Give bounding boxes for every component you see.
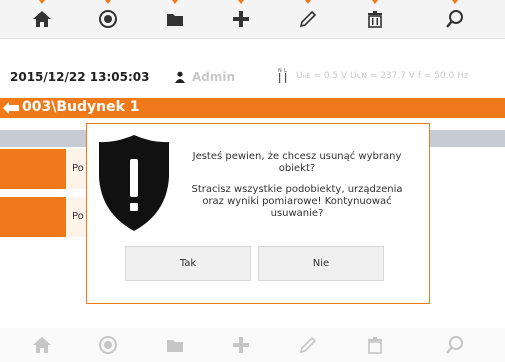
active-marker [305, 0, 311, 4]
home-icon [33, 11, 51, 27]
edit-button[interactable] [283, 328, 333, 362]
bottom-toolbar [0, 328, 505, 362]
add-icon [233, 337, 249, 353]
voltage-readings: Uₙᴇ = 0.5 V Uʟɴ = 237.7 V f = 50.0 Hz [296, 71, 469, 81]
list-item-marker [0, 149, 66, 189]
home-icon [33, 337, 51, 353]
folder-icon [167, 14, 183, 26]
edit-icon [299, 336, 317, 354]
top-toolbar [0, 0, 505, 39]
active-marker [452, 0, 458, 4]
status-bar: 2015/12/22 13:05:03 Admin N L Uₙᴇ = 0.5 … [0, 66, 505, 88]
delete-button[interactable] [350, 328, 400, 362]
no-button[interactable]: Nie [258, 246, 384, 281]
location-icon [3, 102, 19, 114]
delete-icon [368, 11, 382, 28]
path-bar: 003\Budynek 1 [0, 98, 505, 118]
home-button[interactable] [17, 328, 67, 362]
record-icon [99, 10, 117, 28]
folder-button[interactable] [150, 0, 200, 38]
home-button[interactable] [17, 0, 67, 38]
add-button[interactable] [216, 0, 266, 38]
active-marker [372, 0, 378, 4]
record-button[interactable] [83, 328, 133, 362]
folder-icon [167, 340, 183, 352]
dialog-question: Jesteś pewien, że chcesz usunąć wybrany … [192, 151, 402, 174]
active-marker [105, 0, 111, 4]
edit-icon [299, 10, 317, 28]
warning-shield-icon [99, 135, 169, 231]
path-title: 003\Budynek 1 [22, 99, 140, 115]
confirm-delete-dialog: Jesteś pewien, że chcesz usunąć wybrany … [86, 123, 430, 304]
folder-button[interactable] [150, 328, 200, 362]
nl-plug-icon: N L [278, 68, 287, 83]
add-button[interactable] [216, 328, 266, 362]
active-marker [39, 0, 45, 4]
active-marker [172, 0, 178, 4]
delete-button[interactable] [350, 0, 400, 38]
dialog-message: Jesteś pewien, że chcesz usunąć wybrany … [187, 151, 407, 229]
record-icon [99, 336, 117, 354]
search-button[interactable] [430, 0, 480, 38]
dialog-warning: Stracisz wszystkie podobiekty, urządzeni… [191, 184, 403, 219]
user-name: Admin [192, 70, 236, 84]
user-icon [175, 71, 185, 83]
search-icon [446, 10, 463, 28]
active-marker [238, 0, 244, 4]
delete-icon [368, 337, 382, 354]
datetime: 2015/12/22 13:05:03 [10, 70, 150, 84]
search-icon [446, 336, 463, 354]
edit-button[interactable] [283, 0, 333, 38]
yes-button[interactable]: Tak [125, 246, 251, 281]
record-button[interactable] [83, 0, 133, 38]
add-icon [233, 11, 249, 27]
list-item-marker [0, 197, 66, 237]
search-button[interactable] [430, 328, 480, 362]
